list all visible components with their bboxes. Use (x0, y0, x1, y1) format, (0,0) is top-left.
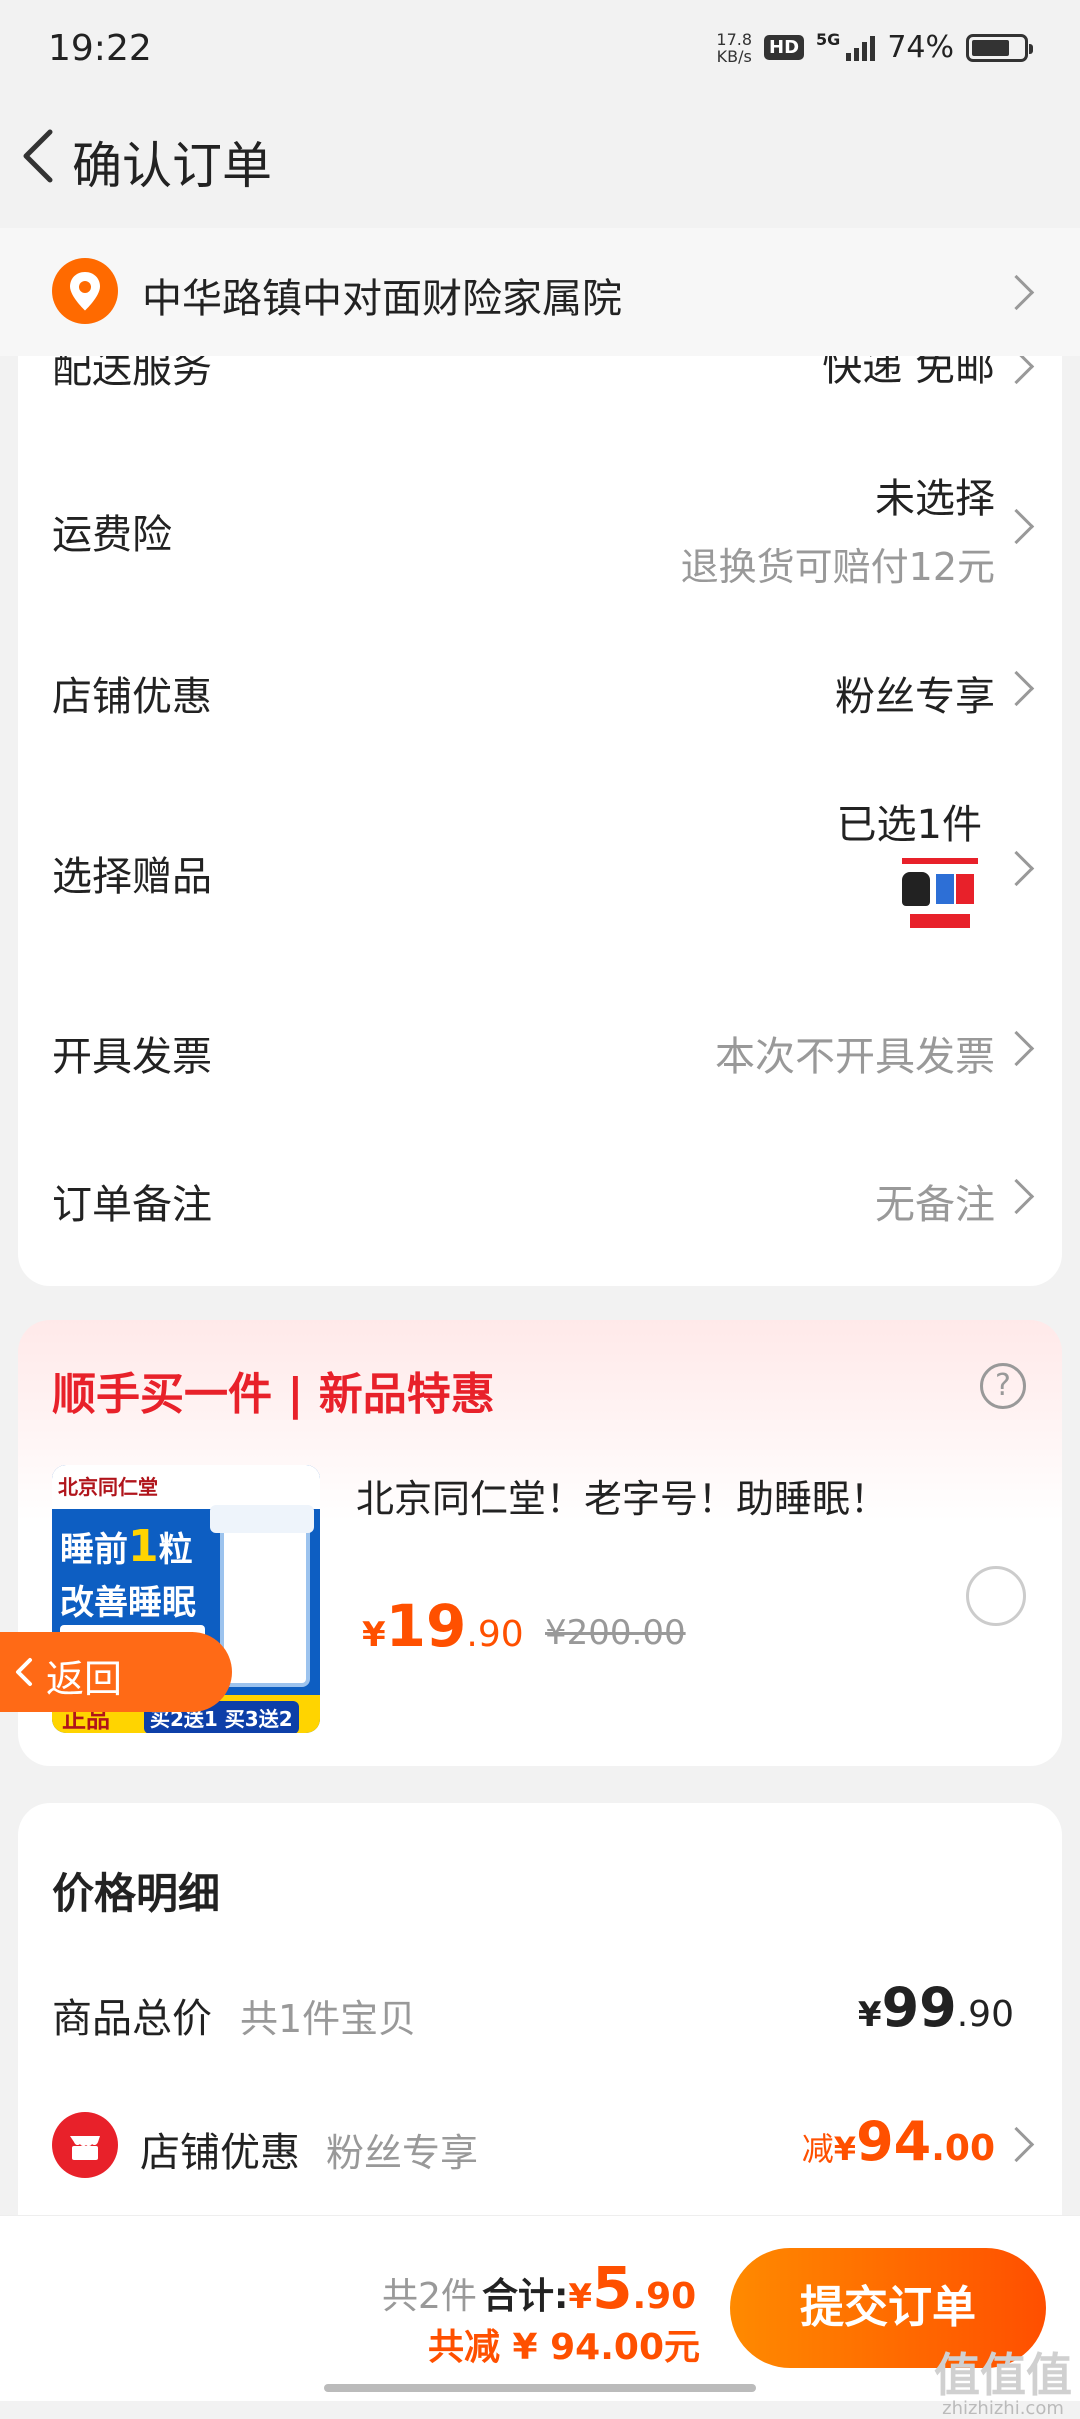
product-slogan-1-num: 1 (128, 1521, 159, 1572)
gift-label: 选择赠品 (52, 854, 212, 900)
remark-value[interactable]: 无备注 (875, 1172, 995, 1230)
product-name[interactable]: 北京同仁堂！老字号！助睡眠！ (356, 1468, 888, 1523)
help-icon[interactable]: ? (980, 1363, 1026, 1409)
product-slogan-1: 睡前1粒 (60, 1521, 193, 1572)
goods-total-int: 99 (881, 1976, 957, 2039)
order-total: 共2件 合计:¥5.90 (382, 2254, 696, 2322)
gift-value[interactable]: 已选1件 (837, 792, 982, 850)
remark-label: 订单备注 (52, 1182, 212, 1228)
shipping-insurance-label: 运费险 (52, 512, 172, 558)
total-int: 5 (592, 2254, 633, 2322)
floating-back-label: 返回 (46, 1657, 123, 1701)
store-discount-label: 店铺优惠 (140, 2130, 300, 2176)
store-discount-amount[interactable]: 减¥94.00 (802, 2110, 995, 2173)
invoice-label: 开具发票 (52, 1034, 212, 1080)
goods-total-dec: .90 (956, 1994, 1014, 2035)
product-slogan-1-suffix: 粒 (158, 1530, 193, 1570)
back-arrow-icon[interactable] (12, 124, 72, 188)
total-symbol: ¥ (568, 2277, 593, 2317)
discount-symbol: ¥ (833, 2130, 857, 2168)
goods-total-label: 商品总价 (52, 1996, 212, 2042)
price-int: 19 (385, 1592, 467, 1660)
net-speed-unit: KB/s (716, 46, 752, 66)
goods-total-price: ¥99.90 (858, 1976, 1014, 2039)
product-select-radio[interactable] (966, 1566, 1026, 1626)
goods-total-symbol: ¥ (857, 1995, 882, 2035)
hd-icon: HD (764, 35, 805, 60)
shipping-insurance-value[interactable]: 未选择 (875, 466, 995, 524)
discount-dec: .00 (931, 2128, 995, 2169)
address-text: 中华路镇中对面财险家属院 (142, 276, 622, 322)
discount-prefix: 减 (801, 2130, 834, 2168)
product-slogan-2: 改善睡眠 (60, 1583, 196, 1623)
net-speed-value: 17.8 (716, 29, 753, 49)
total-dec: .90 (632, 2276, 697, 2317)
net-speed: 17.8 KB/s (716, 31, 752, 65)
item-count: 共2件 (382, 2276, 477, 2317)
address-bar[interactable]: 中华路镇中对面财险家属院 (0, 228, 1080, 356)
battery-icon (966, 33, 1033, 62)
shop-discount-label: 店铺优惠 (52, 674, 212, 720)
home-indicator[interactable] (324, 2384, 756, 2392)
location-pin-icon (52, 258, 118, 324)
chevron-left-icon (16, 1658, 32, 1686)
product-brand: 北京同仁堂 (58, 1475, 158, 1499)
invoice-value[interactable]: 本次不开具发票 (715, 1024, 995, 1082)
price-dec: .90 (466, 1614, 524, 1655)
product-original-price: ¥200.00 (545, 1613, 686, 1653)
floating-back-button[interactable]: 返回 (0, 1632, 232, 1712)
chevron-right-icon (998, 274, 1035, 311)
total-saved: 共减 ¥ 94.00元 (428, 2327, 700, 2368)
price-symbol: ¥ (362, 1615, 386, 1655)
watermark-url: zhizhizhi.com (942, 2398, 1064, 2419)
network-type: 5G (816, 30, 841, 49)
product-slogan-1-text: 睡前 (60, 1530, 128, 1570)
watermark-cn: 值值值 (934, 2348, 1072, 2402)
gift-thumbnail[interactable] (896, 852, 984, 936)
battery-level (972, 39, 1009, 56)
shipping-insurance-sub: 退换货可赔付12元 (680, 545, 995, 589)
product-price: ¥19.90 (362, 1592, 524, 1660)
total-label: 合计: (482, 2276, 569, 2317)
signal-icon (846, 35, 876, 61)
store-icon (52, 2112, 118, 2178)
store-discount-sub: 粉丝专享 (326, 2131, 479, 2175)
status-time: 19:22 (48, 28, 152, 69)
shop-discount-value[interactable]: 粉丝专享 (835, 664, 995, 722)
discount-int: 94 (856, 2110, 932, 2173)
price-details-title: 价格明细 (52, 1869, 221, 1918)
battery-percent: 74% (887, 30, 954, 65)
watermark: 值值值 zhizhizhi.com (934, 2352, 1072, 2419)
promo-title: 顺手买一件 | 新品特惠 (52, 1369, 495, 1420)
goods-total-sub: 共1件宝贝 (240, 1997, 417, 2041)
page-title: 确认订单 (72, 137, 272, 195)
status-bar-right: 17.8 KB/s HD 5G 74% (716, 30, 1033, 65)
